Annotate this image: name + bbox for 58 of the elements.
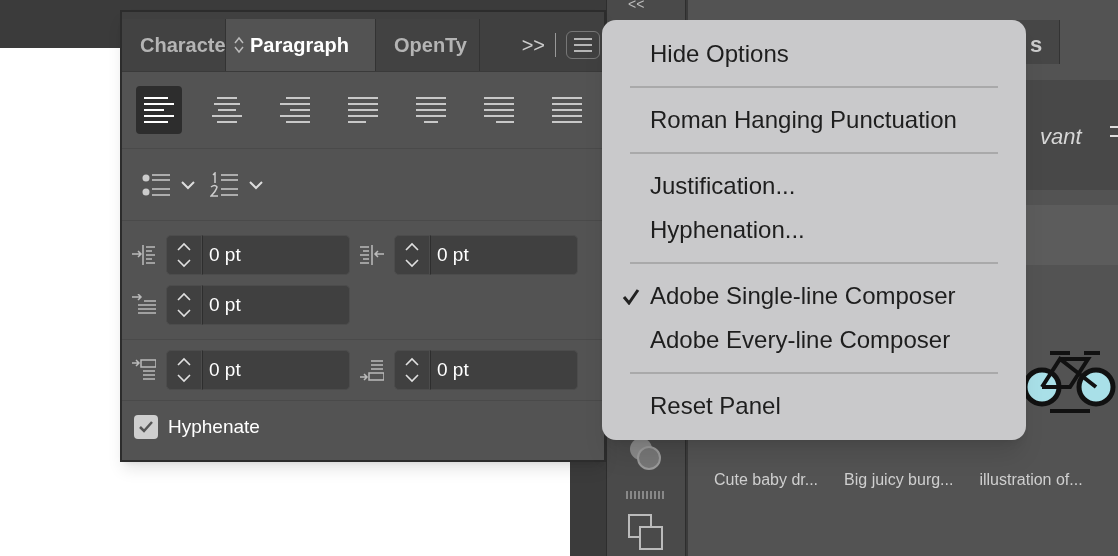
stepper-button[interactable]: [394, 235, 430, 275]
align-left-icon: [144, 96, 174, 124]
align-center-icon: [212, 96, 242, 124]
align-right-icon: [280, 96, 310, 124]
input-field[interactable]: 0 pt: [202, 235, 350, 275]
menu-icon: [573, 38, 593, 52]
menu-item[interactable]: Hide Options: [602, 32, 1026, 76]
menu-item[interactable]: Roman Hanging Punctuation: [602, 98, 1026, 142]
align-justify-all-icon: [552, 96, 582, 124]
numbered-list-button[interactable]: [210, 171, 264, 198]
left-indent-icon: [132, 244, 156, 266]
up-down-arrows-icon: [176, 356, 192, 384]
input-field[interactable]: 0 pt: [430, 350, 578, 390]
align-justify-center-icon: [416, 96, 446, 124]
tab[interactable]: Paragraph: [226, 19, 376, 71]
search-text: vant: [1040, 123, 1082, 151]
item-caption[interactable]: Cute baby dr...: [714, 468, 819, 492]
checkmark-icon: [622, 289, 640, 305]
input-field[interactable]: 0 pt: [430, 235, 578, 275]
right-indent-icon: [360, 244, 384, 266]
item-caption[interactable]: illustration of...: [979, 468, 1083, 492]
stepper-button[interactable]: [166, 235, 202, 275]
input-field[interactable]: 0 pt: [202, 350, 350, 390]
stepper-button[interactable]: [394, 350, 430, 390]
grip-icon[interactable]: [626, 491, 666, 499]
align-justify-right-icon: [484, 96, 514, 124]
tab-label[interactable]: s: [1030, 28, 1043, 61]
space-after-icon: [360, 359, 384, 381]
up-down-arrows-icon: [176, 241, 192, 269]
updown-icon: [234, 36, 244, 54]
menu-item[interactable]: Hyphenation...: [602, 208, 1026, 252]
first-line-indent-icon: [132, 294, 156, 316]
overflow-button[interactable]: >>: [521, 30, 545, 60]
chevron-down-icon: [180, 179, 196, 190]
up-down-arrows-icon: [404, 356, 420, 384]
item-caption[interactable]: Big juicy burg...: [844, 468, 954, 492]
hyphenate-checkbox[interactable]: [134, 415, 158, 440]
bullet-list-icon: [142, 171, 172, 198]
up-down-arrows-icon: [404, 241, 420, 269]
checkbox-label: Hyphenate: [168, 415, 260, 439]
stepper-button[interactable]: [166, 350, 202, 390]
layers-icon[interactable]: [627, 513, 665, 551]
align-left-button[interactable]: [136, 86, 182, 134]
collapse-text[interactable]: <<: [628, 0, 645, 15]
menu-button[interactable]: [566, 31, 600, 59]
menu-item[interactable]: Adobe Single-line Composer: [602, 274, 1026, 318]
align-justify-left-icon: [348, 96, 378, 124]
numbered-list-icon: [210, 171, 240, 198]
stepper-button[interactable]: [166, 285, 202, 325]
chevron-down-icon: [248, 179, 264, 190]
menu-item[interactable]: Adobe Every-line Composer: [602, 318, 1026, 362]
bullet-list-button[interactable]: [142, 171, 196, 198]
menu-item[interactable]: Justification...: [602, 164, 1026, 208]
menu-item[interactable]: Reset Panel: [602, 384, 1026, 428]
space-before-icon: [132, 359, 156, 381]
up-down-arrows-icon: [176, 291, 192, 319]
checkmark-icon: [138, 420, 154, 435]
input-field[interactable]: 0 pt: [202, 285, 350, 325]
